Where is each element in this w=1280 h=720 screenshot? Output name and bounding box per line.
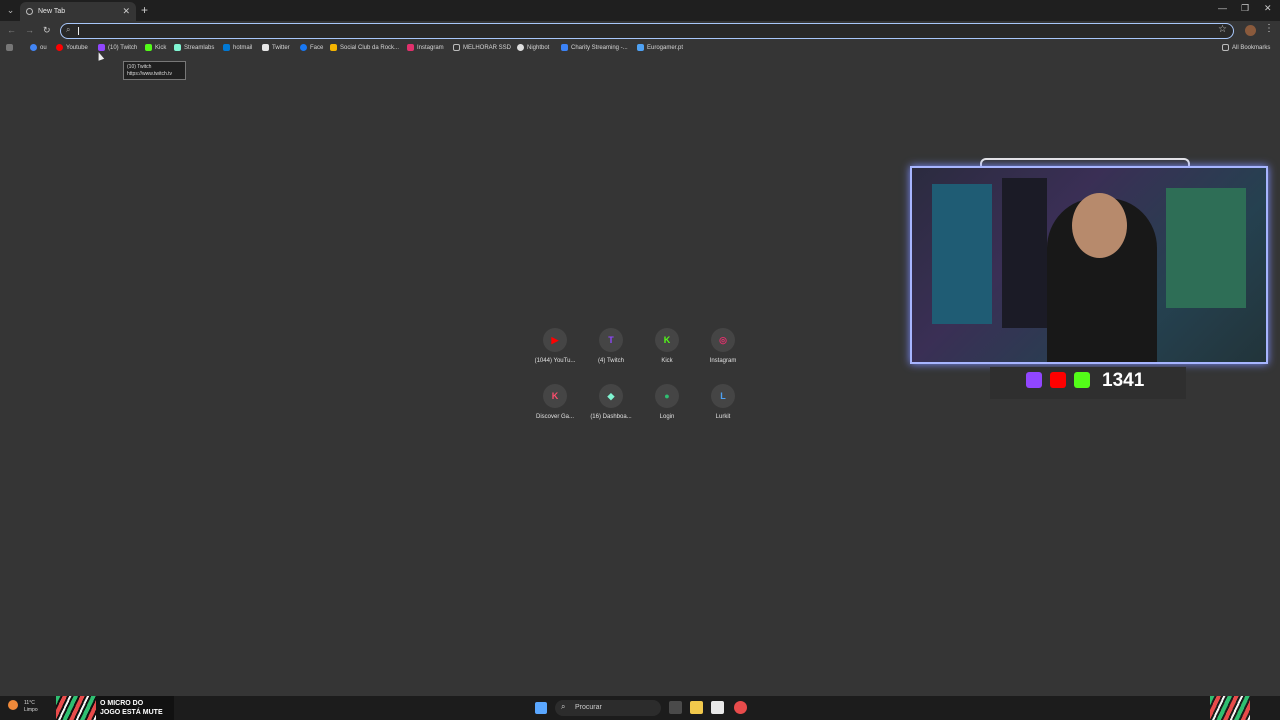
bookmark-face[interactable]: Face <box>300 44 323 51</box>
browser-toolbar: ← → ↻ ⌕ ☆ ⋮ <box>0 21 1280 41</box>
tooltip-title: (10) Twitch <box>127 64 152 70</box>
bookmark-streamlabs[interactable]: Streamlabs <box>174 44 214 51</box>
forward-button[interactable]: → <box>25 25 34 35</box>
bookmark-kick[interactable]: Kick <box>145 44 166 51</box>
minimize-button[interactable]: — <box>1218 3 1227 13</box>
instagram-icon <box>407 44 414 51</box>
background-shelf <box>1166 188 1246 308</box>
hotmail-icon <box>223 44 230 51</box>
tab-strip: ⌄ New Tab ✕ + — ❐ ✕ <box>0 0 1280 21</box>
banner-stripes <box>1210 696 1250 720</box>
webcam-frame-top <box>980 158 1190 166</box>
profile-avatar[interactable] <box>1245 25 1256 36</box>
follower-count: 1341 <box>1102 370 1145 391</box>
weather-widget[interactable]: 11°C Limpo <box>8 700 38 714</box>
file-explorer-icon[interactable] <box>690 701 703 714</box>
weather-icon <box>8 700 18 710</box>
banner-stripes <box>56 696 96 720</box>
store-icon[interactable] <box>711 701 724 714</box>
banner-line1: O MICRO DO <box>100 700 144 707</box>
google-icon <box>30 44 37 51</box>
twitch-icon <box>98 44 105 51</box>
all-bookmarks-button[interactable]: All Bookmarks <box>1222 44 1270 51</box>
shortcut-grid: ▶ (1044) YouTu... T (4) Twitch K Kick ◎ … <box>527 328 751 440</box>
bookmark-star-icon[interactable]: ☆ <box>1218 24 1227 35</box>
bookmark-ou[interactable]: ou <box>30 44 47 51</box>
bookmark-eurogamer[interactable]: Eurogamer.pt <box>637 44 683 51</box>
apps-icon[interactable] <box>6 44 16 51</box>
charity-icon <box>561 44 568 51</box>
arcade-cabinet <box>1002 178 1047 328</box>
task-view-icon[interactable] <box>669 701 682 714</box>
bookmark-charity[interactable]: Charity Streaming -... <box>561 44 628 51</box>
bookmark-folder-ssd[interactable]: MELHORAR SSD <box>453 44 511 51</box>
shortcut-instagram[interactable]: ◎ Instagram <box>695 328 751 384</box>
bookmarks-bar: ou Youtube (10) Twitch Kick Streamlabs h… <box>0 42 1280 57</box>
dashboard-icon: ◆ <box>599 384 623 408</box>
background-shelf <box>932 184 992 324</box>
menu-icon[interactable]: ⋮ <box>1264 23 1274 34</box>
close-tab-icon[interactable]: ✕ <box>122 6 130 17</box>
search-icon: ⌕ <box>561 702 566 711</box>
banner-line2: JOGO ESTÁ MUTE <box>100 709 163 716</box>
new-tab-button[interactable]: + <box>141 3 148 17</box>
shortcut-lurkit[interactable]: L Lurkit <box>695 384 751 440</box>
kick-icon <box>145 44 152 51</box>
reload-button[interactable]: ↻ <box>43 25 51 36</box>
text-caret <box>78 27 79 35</box>
tab-search-button[interactable]: ⌄ <box>4 4 17 17</box>
bookmark-twitch[interactable]: (10) Twitch <box>98 44 137 51</box>
shortcut-youtube[interactable]: ▶ (1044) YouTu... <box>527 328 583 384</box>
facebook-icon <box>300 44 307 51</box>
bookmark-social-club[interactable]: Social Club da Rock... <box>330 44 399 51</box>
eurogamer-icon <box>637 44 644 51</box>
follower-counter: 1341 <box>990 367 1186 399</box>
new-tab-icon <box>26 8 33 15</box>
shortcut-login[interactable]: ● Login <box>639 384 695 440</box>
bookmark-nightbot[interactable]: Nightbot <box>517 44 549 51</box>
address-bar[interactable]: ⌕ ☆ <box>60 23 1234 39</box>
back-button[interactable]: ← <box>7 25 16 35</box>
webcam-overlay <box>910 158 1268 366</box>
lurkit-icon: L <box>711 384 735 408</box>
taskbar: 11°C Limpo O MICRO DO JOGO ESTÁ MUTE ⌕ P… <box>0 696 1280 720</box>
youtube-icon: ▶ <box>543 328 567 352</box>
shortcut-discover[interactable]: K Discover Ga... <box>527 384 583 440</box>
rockstar-icon <box>330 44 337 51</box>
twitch-icon <box>1026 372 1042 388</box>
bookmark-youtube[interactable]: Youtube <box>56 44 88 51</box>
shortcut-twitch[interactable]: T (4) Twitch <box>583 328 639 384</box>
streamlabs-icon <box>174 44 181 51</box>
bookmark-tooltip: (10) Twitch https://www.twitch.tv <box>123 61 186 80</box>
tab-title: New Tab <box>38 8 66 15</box>
taskbar-search[interactable]: ⌕ Procurar <box>555 700 661 716</box>
x-icon <box>262 44 269 51</box>
folder-icon <box>1222 44 1229 51</box>
chrome-icon[interactable] <box>734 701 747 714</box>
instagram-icon: ◎ <box>711 328 735 352</box>
bookmark-instagram[interactable]: Instagram <box>407 44 444 51</box>
shortcut-dashboard[interactable]: ◆ (16) Dashboa... <box>583 384 639 440</box>
discover-icon: K <box>543 384 567 408</box>
youtube-icon <box>1050 372 1066 388</box>
close-window-button[interactable]: ✕ <box>1264 3 1272 14</box>
restore-button[interactable]: ❐ <box>1241 3 1249 14</box>
nightbot-icon <box>517 44 524 51</box>
bookmark-twitter[interactable]: Twitter <box>262 44 290 51</box>
shortcut-kick[interactable]: K Kick <box>639 328 695 384</box>
windows-start-icon[interactable] <box>535 702 547 714</box>
twitch-icon: T <box>599 328 623 352</box>
login-icon: ● <box>655 384 679 408</box>
search-icon: ⌕ <box>66 25 71 34</box>
mute-banner: O MICRO DO JOGO ESTÁ MUTE <box>56 696 174 720</box>
webcam-feed <box>910 166 1268 364</box>
kick-icon <box>1074 372 1090 388</box>
folder-icon <box>453 44 460 51</box>
tab-new-tab[interactable]: New Tab ✕ <box>20 2 136 21</box>
kick-icon: K <box>655 328 679 352</box>
streamer-head <box>1072 193 1127 258</box>
tooltip-url: https://www.twitch.tv <box>127 71 173 77</box>
youtube-icon <box>56 44 63 51</box>
bookmark-hotmail[interactable]: hotmail <box>223 44 252 51</box>
